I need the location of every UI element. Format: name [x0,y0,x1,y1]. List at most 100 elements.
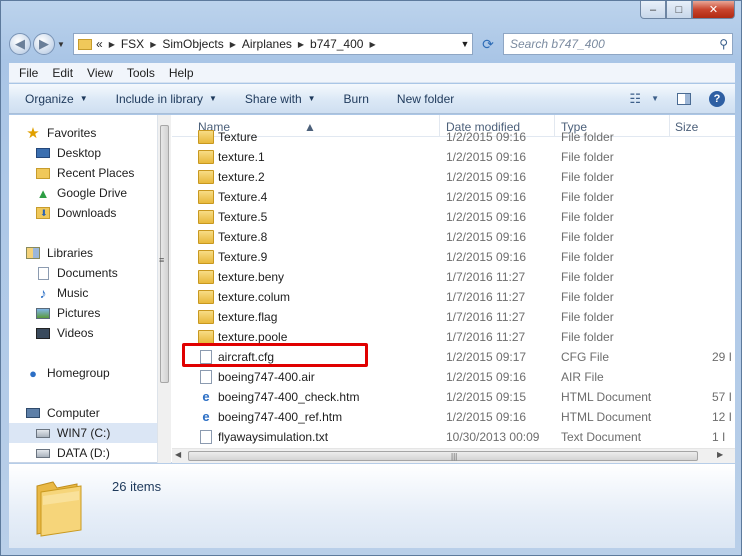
menu-tools[interactable]: Tools [127,66,155,80]
file-date-modified: 1/2/2015 09:15 [446,390,527,404]
forward-button[interactable]: ▶ [33,33,55,55]
file-row[interactable]: Texture.4 1/2/2015 09:16 File folder [172,187,662,207]
file-row[interactable]: texture.beny 1/7/2016 11:27 File folder [172,267,662,287]
help-button[interactable]: ? [709,90,725,107]
sidebar-item-recent-places[interactable]: Recent Places [9,163,159,183]
file-row[interactable]: e boeing747-400_check.htm 1/2/2015 09:15 HT… [172,387,732,407]
file-name: texture.2 [218,170,265,184]
breadcrumb-simobjects[interactable]: SimObjects [162,37,223,51]
sidebar-label: Downloads [57,206,117,220]
file-row[interactable]: texture.1 1/2/2015 09:16 File folder [172,147,662,167]
scroll-left-icon[interactable]: ◀ [175,450,181,459]
sidebar-item-libraries[interactable]: Libraries [9,243,159,263]
folder-icon [198,190,214,204]
file-row[interactable]: Texture.9 1/2/2015 09:16 File folder [172,247,662,267]
folder-icon [198,250,214,264]
breadcrumb-airplanes[interactable]: Airplanes [242,37,292,51]
burn-button[interactable]: Burn [344,92,369,106]
sidebar-item-homegroup[interactable]: ● Homegroup [9,363,159,383]
file-type: File folder [561,250,614,264]
menu-edit[interactable]: Edit [52,66,73,80]
sidebar-item-computer[interactable]: Computer [9,403,159,423]
sidebar-item-desktop[interactable]: Desktop [9,143,159,163]
preview-pane-button[interactable] [677,92,691,105]
address-dropdown-icon[interactable]: ▼ [458,39,472,49]
include-in-library-button[interactable]: Include in library ▼ [116,92,217,106]
file-name: flyawaysimulation.txt [218,430,329,444]
refresh-icon[interactable]: ⟳ [477,33,499,55]
menu-help[interactable]: Help [169,66,194,80]
file-icon [200,370,212,384]
chevron-right-icon[interactable]: ▶ [150,40,156,49]
file-row[interactable]: texture.colum 1/7/2016 11:27 File folder [172,287,662,307]
sidebar-item-videos[interactable]: Videos [9,323,159,343]
chevron-right-icon[interactable]: ▶ [369,40,375,49]
drive-icon [35,426,51,440]
file-row[interactable]: boeing747-400.air 1/2/2015 09:16 AIR File [172,367,662,387]
file-type: File folder [561,170,614,184]
sidebar-item-music[interactable]: ♪ Music [9,283,159,303]
sidebar-label: Homegroup [47,366,110,380]
file-name: texture.colum [218,290,291,304]
chevron-right-icon[interactable]: ▶ [298,40,304,49]
sidebar-item-favorites[interactable]: ★ Favorites [9,123,159,143]
new-folder-button[interactable]: New folder [397,92,454,106]
breadcrumb-overflow[interactable]: « [96,37,103,51]
file-type: File folder [561,130,614,144]
file-type: File folder [561,330,614,344]
recent-places-icon [35,166,51,180]
close-button[interactable]: ✕ [692,1,735,19]
minimize-button[interactable]: – [640,1,666,19]
search-icon[interactable]: ⚲ [719,37,728,51]
file-date-modified: 1/2/2015 09:16 [446,250,527,264]
chevron-right-icon[interactable]: ▶ [109,40,115,49]
file-row[interactable]: e boeing747-400_ref.htm 1/2/2015 09:16 HTML… [172,407,732,427]
column-header-size[interactable]: Size [675,120,698,134]
organize-button[interactable]: Organize ▼ [25,92,88,106]
file-row[interactable]: texture.flag 1/7/2016 11:27 File folder [172,307,662,327]
file-type: Text Document [561,430,642,444]
menu-file[interactable]: File [19,66,38,80]
file-type: File folder [561,230,614,244]
chevron-down-icon: ▼ [209,94,217,103]
sidebar-item-downloads[interactable]: ⬇ Downloads [9,203,159,223]
navigation-scrollbar-thumb[interactable] [160,125,169,383]
recent-pages-dropdown[interactable]: ▼ [57,40,67,49]
computer-icon [25,406,41,420]
sidebar-item-documents[interactable]: Documents [9,263,159,283]
folder-icon [31,476,87,538]
back-button[interactable]: ◀ [9,33,31,55]
file-row[interactable]: Texture.5 1/2/2015 09:16 File folder [172,207,662,227]
scroll-right-icon[interactable]: ▶ [717,450,723,459]
change-view-button[interactable]: ☷ ▼ [629,91,659,107]
sidebar-item-pictures[interactable]: Pictures [9,303,159,323]
horizontal-scroll-thumb[interactable]: ||| [188,451,698,461]
menu-view[interactable]: View [87,66,113,80]
file-row[interactable]: flyawaysimulation.txt 10/30/2013 00:09 Tex… [172,427,725,447]
sidebar-item-data-drive[interactable]: DATA (D:) [9,443,159,463]
item-count: 26 items [112,479,162,494]
navigation-bar: ◀ ▶ ▼ « ▶ FSX ▶ SimObjects ▶ Airplanes ▶… [9,31,735,57]
file-name: texture.flag [218,310,278,324]
breadcrumb-fsx[interactable]: FSX [121,37,144,51]
maximize-button[interactable]: □ [666,1,692,19]
address-bar[interactable]: « ▶ FSX ▶ SimObjects ▶ Airplanes ▶ b747_… [73,33,473,55]
sidebar-item-win7-drive[interactable]: WIN7 (C:) [9,423,159,443]
file-row[interactable]: texture.2 1/2/2015 09:16 File folder [172,167,662,187]
chevron-right-icon[interactable]: ▶ [230,40,236,49]
file-row[interactable]: Texture.8 1/2/2015 09:16 File folder [172,227,662,247]
documents-icon [35,266,51,280]
command-bar: Organize ▼ Include in library ▼ Share with… [9,84,735,114]
file-type: HTML Document [561,390,652,404]
file-type: File folder [561,290,614,304]
sidebar-item-google-drive[interactable]: ▲ Google Drive [9,183,159,203]
file-list-horizontal-scrollbar[interactable]: ◀ ||| ▶ [172,448,735,463]
share-with-button[interactable]: Share with ▼ [245,92,316,106]
folder-icon [78,38,92,50]
menu-bar: File Edit View Tools Help [9,63,735,83]
file-name: texture.poole [218,330,288,344]
breadcrumb-b747-400[interactable]: b747_400 [310,37,363,51]
search-input[interactable]: Search b747_400 ⚲ [503,33,733,55]
scroll-grip-icon: ||| [451,452,458,461]
file-row[interactable]: Texture 1/2/2015 09:16 File folder [172,127,662,147]
